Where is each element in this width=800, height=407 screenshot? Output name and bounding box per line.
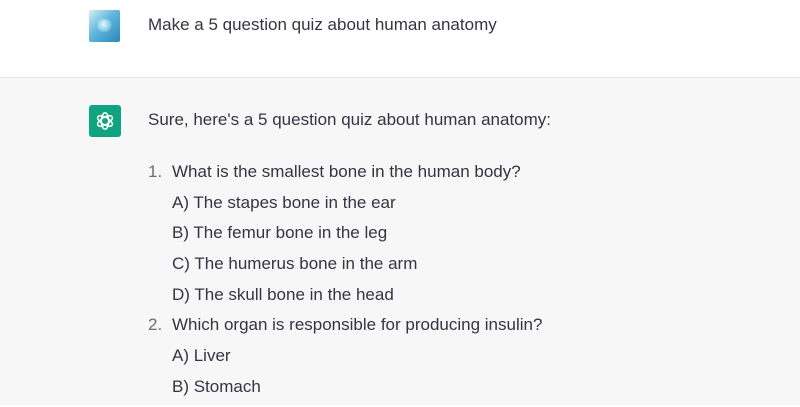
option-1d: D) The skull bone in the head — [172, 284, 394, 304]
question-1: 1. What is the smallest bone in the human… — [148, 161, 768, 192]
quiz-list: 1. What is the smallest bone in the human… — [148, 161, 768, 407]
assistant-intro-text: Sure, here's a 5 question quiz about hum… — [148, 110, 552, 129]
user-avatar-image — [97, 19, 113, 32]
question-text: Which organ is responsible for producing… — [172, 315, 543, 335]
option-1a: A) The stapes bone in the ear — [172, 192, 396, 212]
user-avatar — [89, 10, 120, 42]
option-2a: A) Liver — [172, 346, 231, 366]
option-2b: B) Stomach — [172, 376, 261, 396]
option-1c: C) The humerus bone in the arm — [172, 254, 418, 274]
assistant-message-row: Sure, here's a 5 question quiz about hum… — [0, 78, 800, 405]
question-number: 1. — [148, 162, 163, 181]
openai-logo-icon — [96, 112, 114, 130]
question-2: 2. Which organ is responsible for produci… — [148, 314, 768, 345]
assistant-avatar — [89, 105, 121, 137]
question-number: 2. — [148, 315, 163, 335]
option-1b: B) The femur bone in the leg — [172, 223, 388, 243]
user-message-row: Make a 5 question quiz about human anato… — [0, 0, 800, 78]
user-message-text: Make a 5 question quiz about human anato… — [148, 15, 497, 34]
question-text: What is the smallest bone in the human b… — [172, 162, 521, 181]
